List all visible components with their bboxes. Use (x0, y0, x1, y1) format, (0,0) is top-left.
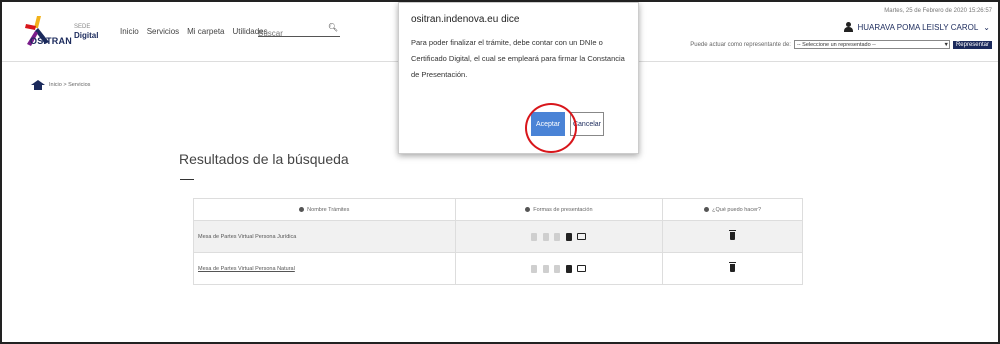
mobile-icon (554, 232, 561, 241)
highlight-circle (525, 103, 577, 153)
mobile-icon (554, 264, 561, 273)
user-icon (299, 206, 305, 212)
nav-item-mi-carpeta[interactable]: Mi carpeta (187, 27, 224, 36)
breadcrumb-text[interactable]: Inicio > Servicios (49, 82, 90, 88)
representative-select[interactable]: -- Seleccione un representado -- ▼ (793, 40, 950, 49)
procedure-link[interactable]: Mesa de Partes Virtual Persona Natural (198, 266, 295, 272)
column-header-name-label: Nombre Trámites (307, 206, 350, 213)
search-icon[interactable]: 🔍︎ (328, 23, 338, 32)
results-title: Resultados de la búsqueda (179, 151, 349, 167)
eye-icon (525, 206, 531, 212)
dialog-title: ositran.indenova.eu dice (411, 14, 520, 25)
document-icon[interactable] (729, 229, 737, 240)
select-caret-icon: ▼ (943, 41, 949, 48)
procedure-name[interactable]: Mesa de Partes Virtual Persona Jurídica (193, 220, 456, 253)
main-nav: Inicio Servicios Mi carpeta Utilidades (120, 27, 268, 36)
representative-select-value: -- Seleccione un representado -- (796, 41, 876, 48)
breadcrumb: Inicio > Servicios (31, 80, 90, 90)
representative-row: Puede actuar como representante de: -- S… (690, 40, 992, 49)
in-person-icon (531, 232, 538, 241)
in-person-icon (531, 264, 538, 273)
representative-label: Puede actuar como representante de: (690, 41, 791, 48)
list-icon (704, 206, 710, 212)
nav-item-inicio[interactable]: Inicio (120, 27, 139, 36)
home-icon[interactable] (31, 80, 45, 90)
column-header-forms-label: Formas de presentación (533, 206, 593, 213)
monitor-icon (577, 265, 587, 272)
presentation-forms (454, 220, 664, 253)
nav-item-servicios[interactable]: Servicios (147, 27, 179, 36)
phone-icon (542, 232, 549, 241)
title-underline (180, 179, 194, 180)
table-row[interactable]: Mesa de Partes Virtual Persona Jurídica (193, 220, 803, 253)
document-icon[interactable] (729, 261, 737, 272)
search-input[interactable] (258, 29, 322, 38)
phone-icon (542, 264, 549, 273)
column-header-actions: ¿Qué puedo hacer? (662, 198, 803, 221)
column-header-name: Nombre Trámites (193, 198, 456, 221)
results-table: Nombre Trámites Formas de presentación ¿… (193, 198, 803, 285)
user-name: HUARAVA POMA LEISLY CAROL (857, 22, 979, 32)
procedure-name[interactable]: Mesa de Partes Virtual Persona Natural (193, 252, 456, 285)
current-date: Martes, 25 de Febrero de 2020 15:26:57 (884, 8, 992, 14)
user-icon (843, 22, 853, 32)
column-header-actions-label: ¿Qué puedo hacer? (712, 206, 762, 213)
presentation-forms (454, 252, 664, 285)
person-icon (565, 264, 572, 273)
table-header-row: Nombre Trámites Formas de presentación ¿… (193, 198, 803, 221)
actions-cell (662, 252, 803, 285)
dialog-message: Para poder finalizar el trámite, debe co… (411, 38, 625, 79)
confirm-dialog: ositran.indenova.eu dice Para poder fina… (398, 2, 639, 154)
user-menu[interactable]: HUARAVA POMA LEISLY CAROL ⌄ (843, 22, 990, 32)
person-icon (565, 232, 572, 241)
ositran-logo[interactable]: OSITRAN SEDE Digital (24, 14, 104, 48)
column-header-forms: Formas de presentación (454, 198, 664, 221)
table-row[interactable]: Mesa de Partes Virtual Persona Natural (193, 252, 803, 285)
monitor-icon (577, 233, 587, 240)
logo-sede: SEDE (74, 24, 91, 30)
search-box: 🔍︎ (258, 23, 340, 38)
logo-text: OSITRAN (30, 36, 72, 46)
logo-digital: Digital (74, 31, 99, 40)
chevron-down-icon: ⌄ (983, 22, 990, 32)
actions-cell (662, 220, 803, 253)
represent-button[interactable]: Representar (952, 40, 992, 49)
